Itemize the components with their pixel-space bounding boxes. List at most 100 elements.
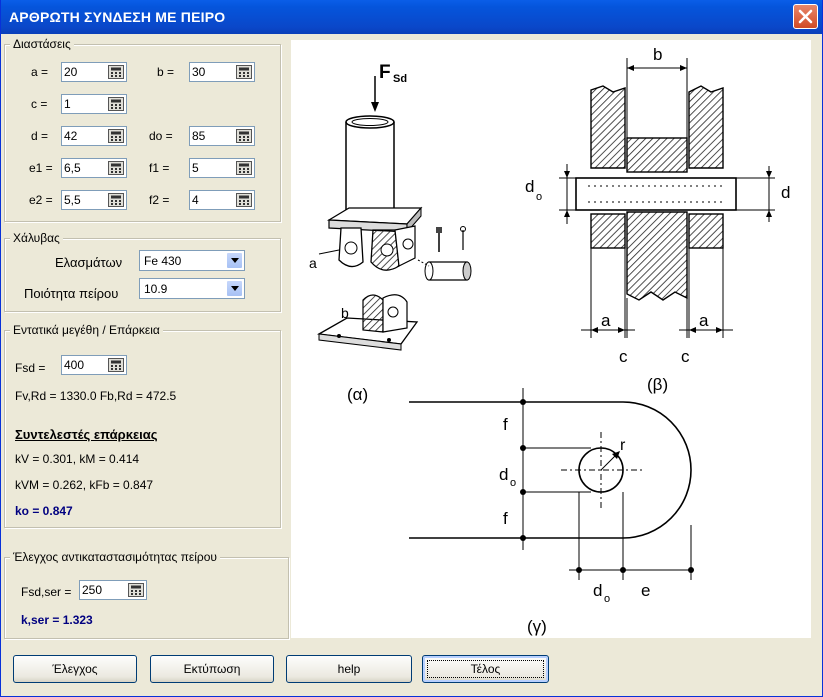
a-label-right: a [699, 311, 709, 330]
b-label-pictorial: b [341, 305, 349, 321]
fsd-input[interactable] [61, 355, 127, 375]
input-a[interactable] [61, 62, 127, 82]
pin-quality-label: Ποιότητα πείρου [24, 286, 119, 301]
d0-label-bottom: d [593, 581, 602, 600]
calculator-icon[interactable] [108, 358, 124, 372]
d0-subscript-section: o [536, 191, 542, 203]
close-icon [798, 9, 813, 24]
diagram-svg: F Sd a b (α) b d o d a a c c (β) r f d o… [309, 45, 790, 636]
fsd-ser-input-field[interactable] [82, 582, 122, 598]
input-b-field[interactable] [192, 64, 230, 80]
pin-quality-select[interactable]: 10.9 [139, 278, 245, 299]
calculator-icon[interactable] [108, 65, 124, 79]
c-label-left: c [619, 347, 628, 366]
pin-quality-value: 10.9 [144, 282, 168, 296]
caption-beta: (β) [647, 375, 668, 394]
dimensions-legend: Διαστάσεις [10, 37, 74, 51]
label-b: b = [157, 65, 175, 79]
d0-label-elevation: d [499, 465, 508, 484]
input-do[interactable] [189, 126, 255, 146]
label-a: a = [31, 65, 49, 79]
factors-heading: Συντελεστές επάρκειας [15, 427, 158, 442]
ko-result: ko = 0.847 [15, 504, 73, 518]
end-button[interactable]: Τέλος [422, 655, 549, 683]
a-label-left: a [601, 311, 611, 330]
d-label-section: d [781, 183, 790, 202]
check-button[interactable]: Έλεγχος [13, 655, 137, 683]
fsd-input-field[interactable] [64, 357, 102, 373]
input-e1-field[interactable] [64, 160, 102, 176]
elevation-view: r f d o f d o e (γ) [409, 388, 694, 636]
e-label: e [641, 581, 650, 600]
app-window: ΑΡΘΡΩΤΗ ΣΥΝΔΕΣΗ ΜΕ ΠΕΙΡΟ Διαστάσεις a = … [0, 0, 823, 697]
calculator-icon[interactable] [108, 129, 124, 143]
calculator-icon[interactable] [108, 97, 124, 111]
calculator-icon[interactable] [108, 193, 124, 207]
calculator-icon[interactable] [236, 161, 252, 175]
caption-alpha: (α) [347, 385, 368, 404]
fsd-subscript: Sd [393, 73, 407, 85]
calculator-icon[interactable] [108, 161, 124, 175]
f-label-bottom: f [503, 509, 508, 528]
label-e2: e2 = [29, 193, 53, 207]
end-button-label: Τέλος [470, 662, 501, 676]
fsd-ser-label: Fsd,ser = [21, 585, 72, 599]
calculator-icon[interactable] [236, 129, 252, 143]
input-c-field[interactable] [64, 96, 102, 112]
fsd-label-text: F [379, 62, 391, 83]
chevron-down-icon [231, 258, 239, 263]
plates-label: Ελασμάτων [55, 255, 123, 270]
input-d[interactable] [61, 126, 127, 146]
plates-steel-select[interactable]: Fe 430 [139, 250, 245, 271]
fsd-label: Fsd = [15, 361, 46, 375]
label-d: d = [31, 129, 49, 143]
input-f2[interactable] [189, 190, 255, 210]
print-button[interactable]: Εκτύπωση [150, 655, 274, 683]
kv-km-text: kV = 0.301, kM = 0.414 [15, 452, 140, 466]
help-button[interactable]: help [286, 655, 412, 683]
input-d-field[interactable] [64, 128, 102, 144]
input-f1[interactable] [189, 158, 255, 178]
steel-legend: Χάλυβας [10, 231, 63, 245]
a-label-pictorial: a [309, 255, 317, 271]
fsd-ser-input[interactable] [79, 580, 147, 600]
input-do-field[interactable] [192, 128, 230, 144]
input-f1-field[interactable] [192, 160, 230, 176]
label-f1: f1 = [149, 161, 170, 175]
input-c[interactable] [61, 94, 127, 114]
section-view: b d o d a a c c (β) [525, 45, 790, 394]
k-ser-result: k,ser = 1.323 [21, 613, 93, 627]
c-label-right: c [681, 347, 690, 366]
resistances-text: Fv,Rd = 1330.0 Fb,Rd = 472.5 [15, 389, 177, 403]
close-button[interactable] [793, 4, 818, 29]
input-b[interactable] [189, 62, 255, 82]
calculator-icon[interactable] [236, 193, 252, 207]
replaceability-legend: Έλεγχος αντικαταστασιμότητας πείρου [10, 550, 220, 564]
d0-subscript-elevation: o [510, 477, 516, 489]
caption-gamma: (γ) [527, 617, 547, 636]
b-label-section: b [653, 45, 662, 64]
r-label: r [620, 437, 626, 454]
label-do: do = [149, 129, 173, 143]
d0-subscript-bottom: o [604, 593, 610, 605]
label-c: c = [31, 97, 48, 111]
d0-label-section: d [525, 177, 534, 196]
dropdown-arrow[interactable] [226, 252, 243, 269]
kvm-kfb-text: kVM = 0.262, kFb = 0.847 [15, 478, 154, 492]
dropdown-arrow[interactable] [226, 280, 243, 297]
label-f2: f2 = [149, 193, 170, 207]
f-label-top: f [503, 415, 508, 434]
plates-steel-value: Fe 430 [144, 254, 182, 268]
title-bar: ΑΡΘΡΩΤΗ ΣΥΝΔΕΣΗ ΜΕ ΠΕΙΡΟ [1, 0, 822, 34]
input-e2[interactable] [61, 190, 127, 210]
calculator-icon[interactable] [128, 583, 144, 597]
pin-connection-diagram: F Sd a b (α) b d o d a a c c (β) r f d o… [291, 40, 811, 638]
input-e2-field[interactable] [64, 192, 102, 208]
input-f2-field[interactable] [192, 192, 230, 208]
window-title: ΑΡΘΡΩΤΗ ΣΥΝΔΕΣΗ ΜΕ ΠΕΙΡΟ [9, 9, 226, 25]
input-a-field[interactable] [64, 64, 102, 80]
chevron-down-icon [231, 286, 239, 291]
calculator-icon[interactable] [236, 65, 252, 79]
input-e1[interactable] [61, 158, 127, 178]
label-e1: e1 = [29, 161, 53, 175]
